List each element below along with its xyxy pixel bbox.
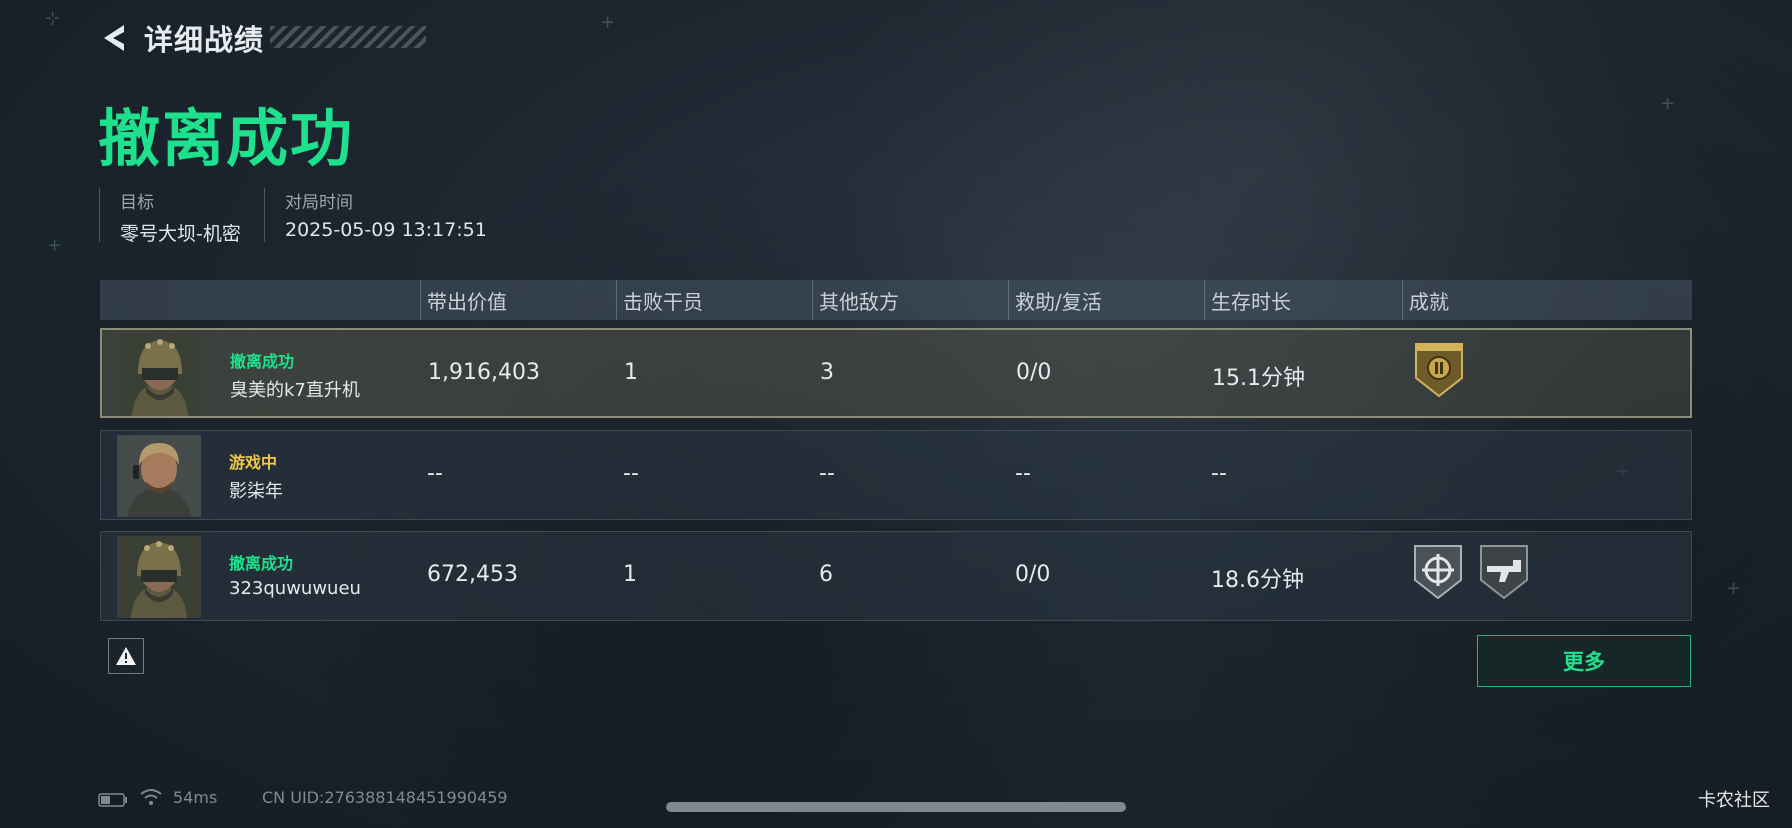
other-enemies-value: -- [819, 461, 835, 486]
table-header: 带出价值 击败干员 其他敌方 救助/复活 生存时长 成就 [100, 280, 1692, 320]
extract-value: 672,453 [427, 562, 518, 587]
column-header-kills: 击败干员 [616, 280, 703, 320]
battery-icon [98, 792, 128, 811]
survival-time-value: -- [1211, 461, 1227, 486]
column-header-other-enemies: 其他敌方 [812, 280, 899, 320]
uid-text: CN UID:276388148451990459 [262, 788, 508, 807]
target-label: 目标 [120, 193, 154, 213]
wifi-icon [140, 788, 162, 810]
player-name: 臭美的k7直升机 [230, 380, 360, 401]
column-header-value: 带出价值 [420, 280, 507, 320]
player-status: 撤离成功 [229, 554, 294, 573]
kills-value: 1 [623, 562, 637, 587]
crosshair-badge-icon[interactable] [1411, 542, 1465, 602]
kills-value: 1 [624, 360, 638, 385]
back-arrow-icon[interactable] [98, 20, 134, 56]
achievements [1411, 542, 1531, 602]
achievements [1412, 340, 1466, 400]
meta-target: 目标 零号大坝-机密 [99, 188, 241, 245]
other-enemies-value: 3 [820, 360, 834, 385]
page-title: 详细战绩 [144, 23, 265, 57]
player-status: 撤离成功 [230, 352, 295, 371]
crosshair-deco-icon: ⊹ [45, 8, 61, 29]
kills-value: -- [623, 461, 639, 486]
meta-time: 对局时间 2025-05-09 13:17:51 [264, 188, 487, 242]
table-row[interactable]: 撤离成功 臭美的k7直升机 1,916,403 1 3 0/0 15.1分钟 [100, 328, 1692, 418]
assist-value: -- [1015, 461, 1031, 486]
survival-time-value: 18.6分钟 [1211, 568, 1304, 593]
home-indicator[interactable] [666, 802, 1126, 812]
player-name: 323quwuwueu [229, 578, 361, 599]
ping-value: 54ms [173, 788, 218, 807]
time-label: 对局时间 [285, 193, 353, 213]
title-stripe-decoration [270, 26, 426, 48]
crosshair-deco-icon: + [600, 12, 616, 33]
table-row[interactable]: 游戏中 影柒年 -- -- -- -- -- [100, 430, 1692, 520]
target-value: 零号大坝-机密 [120, 223, 241, 245]
column-header-assist: 救助/复活 [1008, 280, 1102, 320]
avatar [118, 334, 202, 416]
gun-badge-icon[interactable] [1477, 542, 1531, 602]
player-name: 影柒年 [229, 481, 283, 502]
more-button[interactable]: 更多 [1477, 635, 1691, 687]
extract-value: -- [427, 461, 443, 486]
player-status: 游戏中 [229, 453, 278, 472]
top-bar: 详细战绩 [98, 18, 264, 58]
column-header-achievements: 成就 [1402, 280, 1449, 320]
avatar [117, 435, 201, 517]
warning-icon[interactable] [108, 638, 144, 674]
column-header-survival-time: 生存时长 [1204, 280, 1291, 320]
assist-value: 0/0 [1016, 360, 1052, 385]
result-title: 撤离成功 [98, 102, 355, 175]
crosshair-deco-icon: + [1726, 578, 1742, 599]
assist-value: 0/0 [1015, 562, 1051, 587]
gold-shield-badge-icon[interactable] [1412, 340, 1466, 400]
watermark: 卡农社区 [1698, 790, 1770, 811]
survival-time-value: 15.1分钟 [1212, 366, 1305, 391]
other-enemies-value: 6 [819, 562, 833, 587]
table-row[interactable]: 撤离成功 323quwuwueu 672,453 1 6 0/0 18.6分钟 [100, 531, 1692, 621]
crosshair-deco-icon: + [1660, 93, 1676, 114]
time-value: 2025-05-09 13:17:51 [285, 219, 487, 241]
extract-value: 1,916,403 [428, 360, 540, 385]
avatar [117, 536, 201, 618]
crosshair-deco-icon: + [47, 235, 63, 256]
